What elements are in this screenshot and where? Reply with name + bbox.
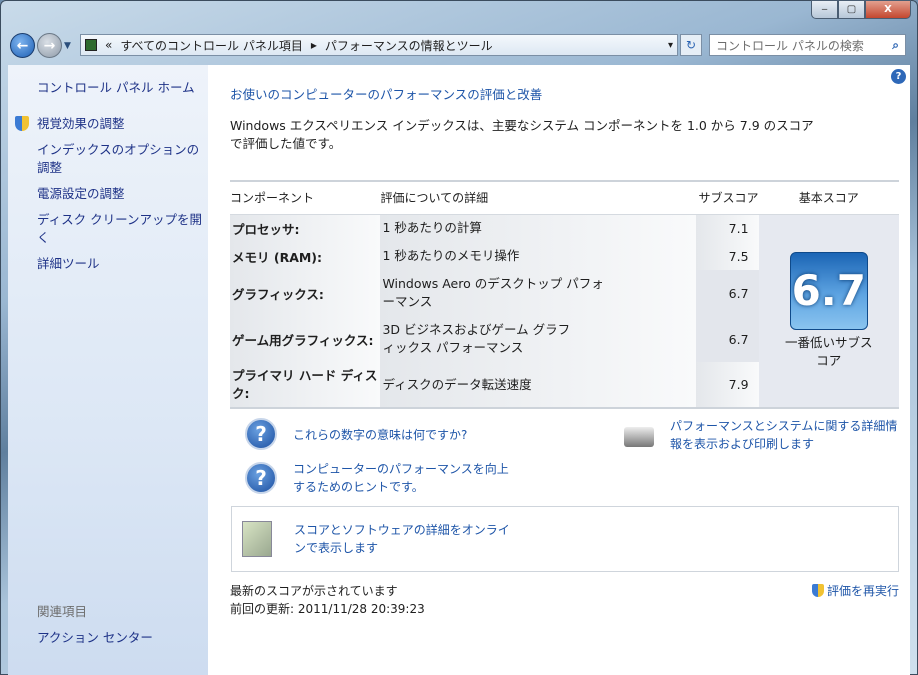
breadcrumb-performance[interactable]: パフォーマンスの情報とツール xyxy=(325,37,493,54)
table-header: コンポーネント 評価についての詳細 サブスコア 基本スコア xyxy=(230,181,899,215)
breadcrumb-overflow[interactable]: « xyxy=(105,38,112,52)
component-detail: Windows Aero のデスクトップ パフォーマンス xyxy=(380,270,697,316)
sidebar-item-index-options[interactable]: インデックスのオプションの調整 xyxy=(37,141,202,177)
subscore: 6.7 xyxy=(696,270,759,316)
subscore: 6.7 xyxy=(696,316,759,362)
header-detail: 評価についての詳細 xyxy=(380,181,697,215)
header-component: コンポーネント xyxy=(230,181,381,215)
component-name: メモリ (RAM): xyxy=(230,242,381,270)
online-details-box: スコアとソフトウェアの詳細をオンラインで表示します xyxy=(231,506,899,572)
sidebar: コントロール パネル ホーム 視覚効果の調整 インデックスのオプションの調整 電… xyxy=(8,65,208,675)
header-subscore: サブスコア xyxy=(696,181,759,215)
sidebar-item-power-settings[interactable]: 電源設定の調整 xyxy=(37,185,202,203)
header-base-score: 基本スコア xyxy=(758,181,899,215)
close-button[interactable]: X xyxy=(865,0,911,19)
rerun-assessment-link[interactable]: 評価を再実行 xyxy=(827,582,899,599)
search-input[interactable]: コントロール パネルの検索 ⌕ xyxy=(709,34,906,56)
table-row: プロセッサ: 1 秒あたりの計算 7.1 6.7 一番低いサブスコア xyxy=(230,214,899,408)
shield-icon xyxy=(812,584,824,597)
component-detail: 1 秒あたりの計算 xyxy=(380,214,697,242)
software-box-icon xyxy=(242,521,272,557)
minimize-button[interactable]: ‒ xyxy=(811,0,838,19)
tips-link[interactable]: コンピューターのパフォーマンスを向上するためのヒントです。 xyxy=(293,460,518,496)
help-question-icon: ? xyxy=(245,418,277,450)
component-detail: 1 秒あたりのメモリ操作 xyxy=(380,242,697,270)
sidebar-item-disk-cleanup[interactable]: ディスク クリーンアップを開く xyxy=(37,211,202,247)
component-name: グラフィックス: xyxy=(230,270,381,316)
subscore: 7.1 xyxy=(696,214,759,242)
forward-button[interactable]: → xyxy=(37,33,62,58)
last-update-text: 前回の更新: 2011/11/28 20:39:23 xyxy=(230,602,425,616)
online-details-link[interactable]: スコアとソフトウェアの詳細をオンラインで表示します xyxy=(294,521,519,557)
meaning-link[interactable]: これらの数字の意味は何ですか? xyxy=(293,426,467,443)
control-panel-icon xyxy=(85,39,97,51)
related-heading: 関連項目 xyxy=(37,604,88,619)
refresh-button[interactable]: ↻ xyxy=(680,34,702,56)
component-detail: ディスクのデータ転送速度 xyxy=(380,362,697,408)
sidebar-home-link[interactable]: コントロール パネル ホーム xyxy=(37,79,202,97)
address-dropdown-icon[interactable]: ▾ xyxy=(668,40,673,51)
help-question-icon: ? xyxy=(245,462,277,494)
shield-icon xyxy=(15,116,29,131)
search-icon[interactable]: ⌕ xyxy=(892,38,899,53)
sidebar-item-visual-effects[interactable]: 視覚効果の調整 xyxy=(37,115,202,133)
back-button[interactable]: ← xyxy=(10,33,35,58)
window-controls: ‒ ▢ X xyxy=(811,0,911,19)
sidebar-item-advanced-tools[interactable]: 詳細ツール xyxy=(37,255,202,273)
component-name: プロセッサ: xyxy=(230,214,381,242)
sidebar-item-action-center[interactable]: アクション センター xyxy=(37,629,202,647)
page-description: Windows エクスペリエンス インデックスは、主要なシステム コンポーネント… xyxy=(230,118,814,151)
print-details-link[interactable]: パフォーマンスとシステムに関する詳細情報を表示および印刷します xyxy=(670,417,905,453)
breadcrumb-arrow-icon[interactable]: ▸ xyxy=(311,38,317,52)
history-dropdown-icon[interactable]: ▼ xyxy=(64,41,71,51)
help-icon[interactable]: ? xyxy=(891,69,906,84)
breadcrumb-all-items[interactable]: すべてのコントロール パネル項目 xyxy=(120,37,303,54)
score-table: コンポーネント 評価についての詳細 サブスコア 基本スコア プロセッサ: 1 秒… xyxy=(230,180,899,409)
search-placeholder: コントロール パネルの検索 xyxy=(716,38,864,53)
subscore: 7.5 xyxy=(696,242,759,270)
maximize-button[interactable]: ▢ xyxy=(838,0,865,19)
base-score-label: 一番低いサブスコア xyxy=(785,334,873,368)
address-bar[interactable]: « すべてのコントロール パネル項目 ▸ パフォーマンスの情報とツール ▾ xyxy=(80,34,678,56)
base-score-cell: 6.7 一番低いサブスコア xyxy=(758,214,899,408)
page-title: お使いのコンピューターのパフォーマンスの評価と改善 xyxy=(230,87,543,102)
component-name: プライマリ ハード ディスク: xyxy=(230,362,381,408)
navigation-buttons: ← → ▼ xyxy=(10,33,71,58)
status-text: 最新のスコアが示されています xyxy=(230,584,398,598)
subscore: 7.9 xyxy=(696,362,759,408)
component-name: ゲーム用グラフィックス: xyxy=(230,316,381,362)
base-score-badge: 6.7 xyxy=(789,251,868,330)
printer-icon xyxy=(624,427,654,447)
component-detail: 3D ビジネスおよびゲーム グラフィックス パフォーマンス xyxy=(380,316,697,362)
main-content: ? お使いのコンピューターのパフォーマンスの評価と改善 Windows エクスペ… xyxy=(208,65,910,675)
